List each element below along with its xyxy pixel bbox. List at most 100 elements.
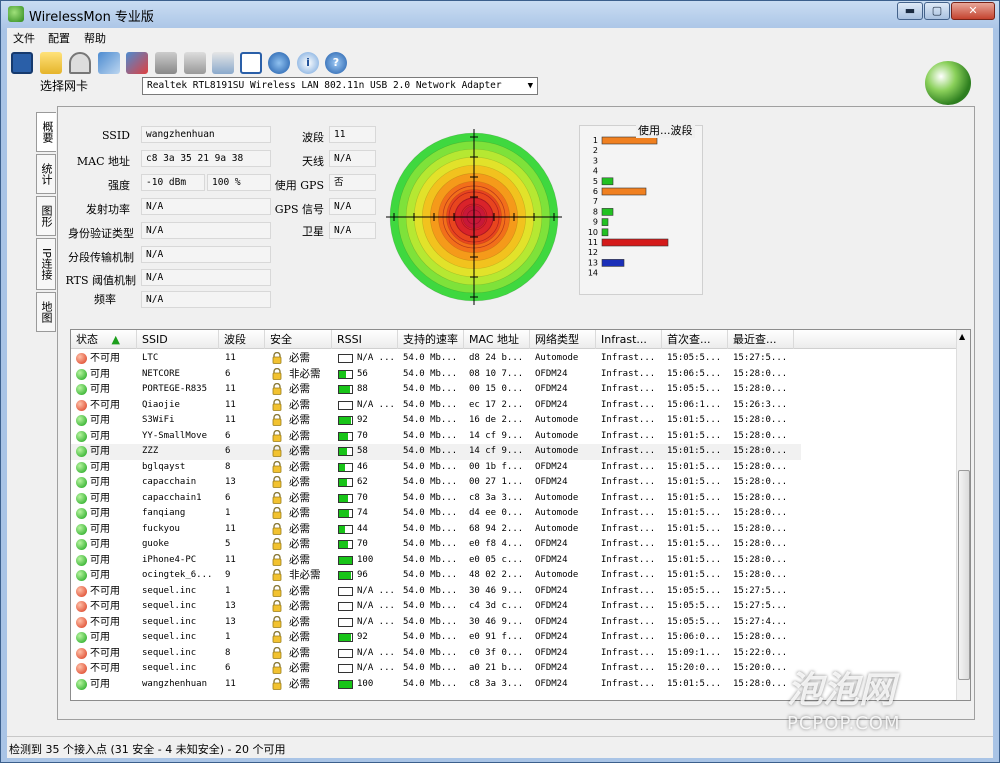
channel-tick-label: 12: [588, 248, 598, 257]
tx-power-label: 发射功率: [86, 203, 130, 216]
export-icon[interactable]: [212, 52, 234, 74]
rate-cell: 54.0 Mb...: [403, 616, 458, 627]
adapter-select[interactable]: Realtek RTL8191SU Wireless LAN 802.11n U…: [142, 77, 538, 95]
table-row[interactable]: 可用 YY-SmallMove 6 必需 70 54.0 Mb... 14 cf 9... A…: [71, 429, 801, 445]
net-cell: OFDM24: [535, 601, 568, 611]
table-row[interactable]: 可用 S3WiFi 11 必需 92 54.0 Mb... 16 de 2... Automo…: [71, 413, 801, 429]
table-row[interactable]: 可用 ocingtek_6... 9 非必需 96 54.0 Mb... 48 02 2..…: [71, 568, 801, 584]
table-row[interactable]: 不可用 sequel.inc 8 必需 N/A ... 54.0 Mb... c0 3f 0…: [71, 646, 801, 662]
printer-settings-icon[interactable]: [184, 52, 206, 74]
table-row[interactable]: 可用 fuckyou 11 必需 44 54.0 Mb... 68 94 2... Autom…: [71, 522, 801, 538]
sec-cell: 必需: [289, 553, 310, 566]
col-ssid[interactable]: SSID: [137, 330, 219, 349]
toolbar: i ?: [7, 48, 993, 78]
tab-statistics[interactable]: 统计: [36, 154, 56, 194]
col-rssi[interactable]: RSSI: [332, 330, 398, 349]
table-row[interactable]: 不可用 sequel.inc 13 必需 N/A ... 54.0 Mb... 30 46 …: [71, 615, 801, 631]
first-cell: 15:01:5...: [667, 430, 722, 441]
globe-icon[interactable]: [268, 52, 290, 74]
tab-ip-connection[interactable]: IP连接: [36, 238, 56, 290]
infra-cell: Infrast...: [601, 647, 656, 658]
gauge-icon[interactable]: [69, 52, 91, 74]
mac-cell: d4 ee 0...: [469, 508, 524, 518]
table-row[interactable]: 不可用 sequel.inc 6 必需 N/A ... 54.0 Mb... a0 21 b…: [71, 661, 801, 677]
table-row[interactable]: 可用 ZZZ 6 必需 58 54.0 Mb... 14 cf 9... Automode In…: [71, 444, 801, 460]
tab-summary[interactable]: 概要: [36, 112, 56, 152]
rate-cell: 54.0 Mb...: [403, 523, 458, 534]
menu-help[interactable]: 帮助: [84, 30, 106, 46]
title-bar[interactable]: WirelessMon 专业版 ▬ ▢ ✕: [1, 1, 999, 27]
col-security[interactable]: 安全: [265, 330, 332, 349]
table-row[interactable]: 可用 fanqiang 1 必需 74 54.0 Mb... d4 ee 0... Autom…: [71, 506, 801, 522]
table-row[interactable]: 不可用 Qiaojie 11 必需 N/A ... 54.0 Mb... ec 17 2..…: [71, 398, 801, 414]
col-status[interactable]: 状态 ▲: [71, 330, 137, 349]
col-first-seen[interactable]: 首次查...: [662, 330, 728, 349]
info-icon[interactable]: i: [297, 52, 319, 74]
net-cell: OFDM24: [535, 554, 568, 565]
adapter-value: Realtek RTL8191SU Wireless LAN 802.11n U…: [147, 80, 502, 91]
window-title: WirelessMon 专业版: [29, 10, 154, 25]
channel-usage-chart: 1 2 3 4 5 6 7 8 9 10 11 12 13 14: [579, 125, 703, 295]
printer-icon[interactable]: [155, 52, 177, 74]
rssi-cell: N/A ...: [357, 663, 395, 673]
checklist-icon[interactable]: [240, 52, 262, 74]
table-row[interactable]: 可用 guoke 5 必需 70 54.0 Mb... e0 f8 4... OFDM24 In…: [71, 537, 801, 553]
tab-graph[interactable]: 图形: [36, 196, 56, 236]
status-available-icon: [76, 446, 87, 457]
table-row[interactable]: 可用 PORTEGE-R835 11 必需 88 54.0 Mb... 00 15 0...…: [71, 382, 801, 398]
mac-cell: c8 3a 3...: [469, 492, 524, 503]
mac-cell: 00 1b f...: [469, 461, 524, 472]
save-icon[interactable]: [11, 52, 33, 74]
mac-cell: 14 cf 9...: [469, 430, 524, 441]
table-row[interactable]: 不可用 LTC 11 必需 N/A ... 54.0 Mb... d8 24 b... Aut…: [71, 351, 801, 367]
network-icon[interactable]: [98, 52, 120, 74]
app-icon: [8, 6, 24, 22]
col-infrastructure[interactable]: Infrast...: [596, 330, 662, 349]
scroll-up-icon[interactable]: ▲: [959, 332, 965, 341]
first-cell: 15:05:5...: [667, 353, 722, 363]
status-cell: 可用: [90, 508, 110, 519]
table-row[interactable]: 可用 bglqayst 8 必需 46 54.0 Mb... 00 1b f... OFDM2…: [71, 460, 801, 476]
table-row[interactable]: 不可用 sequel.inc 1 必需 N/A ... 54.0 Mb... 30 46 9…: [71, 584, 801, 600]
close-button[interactable]: ✕: [951, 2, 995, 20]
col-channel[interactable]: 波段: [219, 330, 265, 349]
maximize-button[interactable]: ▢: [924, 2, 950, 20]
signal-fill: [339, 463, 345, 471]
table-row[interactable]: 可用 wangzhenhuan 11 必需 100 54.0 Mb... c8 3a 3..…: [71, 677, 801, 693]
col-mac[interactable]: MAC 地址: [464, 330, 530, 349]
signal-bar: [338, 478, 353, 487]
table-row[interactable]: 可用 iPhone4-PC 11 必需 100 54.0 Mb... e0 05 c... O…: [71, 553, 801, 569]
status-available-icon: [76, 415, 87, 426]
table-row[interactable]: 不可用 sequel.inc 13 必需 N/A ... 54.0 Mb... c4 3d …: [71, 599, 801, 615]
col-rate[interactable]: 支持的速率: [398, 330, 464, 349]
channel-bar: [601, 208, 614, 216]
status-bar: 检测到 35 个接入点 (31 安全 - 4 未知安全) - 20 个可用: [7, 736, 993, 758]
mac-cell: a0 21 b...: [469, 663, 524, 673]
col-net-type[interactable]: 网络类型: [530, 330, 596, 349]
first-cell: 15:05:5...: [667, 601, 722, 611]
minimize-button[interactable]: ▬: [897, 2, 923, 20]
table-row[interactable]: 可用 sequel.inc 1 必需 92 54.0 Mb... e0 91 f... OFD…: [71, 630, 801, 646]
auth-value: N/A: [141, 222, 271, 239]
menu-file[interactable]: 文件: [13, 30, 35, 46]
lock-icon: [272, 568, 282, 581]
infra-cell: Infrast...: [601, 353, 656, 363]
table-row[interactable]: 可用 NETCORE 6 非必需 56 54.0 Mb... 08 10 7... OFDM2…: [71, 367, 801, 383]
ssid-value: wangzhenhuan: [141, 126, 271, 143]
app-window: WirelessMon 专业版 ▬ ▢ ✕ 文件 配置 帮助 i ? 选择网卡 …: [0, 0, 1000, 763]
scrollbar-thumb[interactable]: [958, 470, 970, 680]
chevron-down-icon[interactable]: ▼: [528, 78, 533, 94]
disconnect-icon[interactable]: [126, 52, 148, 74]
help-icon[interactable]: ?: [325, 52, 347, 74]
open-folder-icon[interactable]: [40, 52, 62, 74]
table-row[interactable]: 可用 capacchain 13 必需 62 54.0 Mb... 00 27 1... OF…: [71, 475, 801, 491]
rssi-cell: 92: [357, 632, 368, 642]
table-row[interactable]: 可用 capacchain1 6 必需 70 54.0 Mb... c8 3a 3... Au…: [71, 491, 801, 507]
access-point-table[interactable]: 状态 ▲ SSID 波段 安全 RSSI 支持的速率 MAC 地址 网络类型 I…: [70, 329, 971, 701]
tab-map[interactable]: 地图: [36, 292, 56, 332]
vertical-scrollbar[interactable]: ▲: [956, 330, 970, 700]
menu-config[interactable]: 配置: [48, 30, 70, 46]
col-last-seen[interactable]: 最近查...: [728, 330, 794, 349]
infra-cell: Infrast...: [601, 570, 656, 580]
rssi-cell: 100: [357, 554, 374, 565]
